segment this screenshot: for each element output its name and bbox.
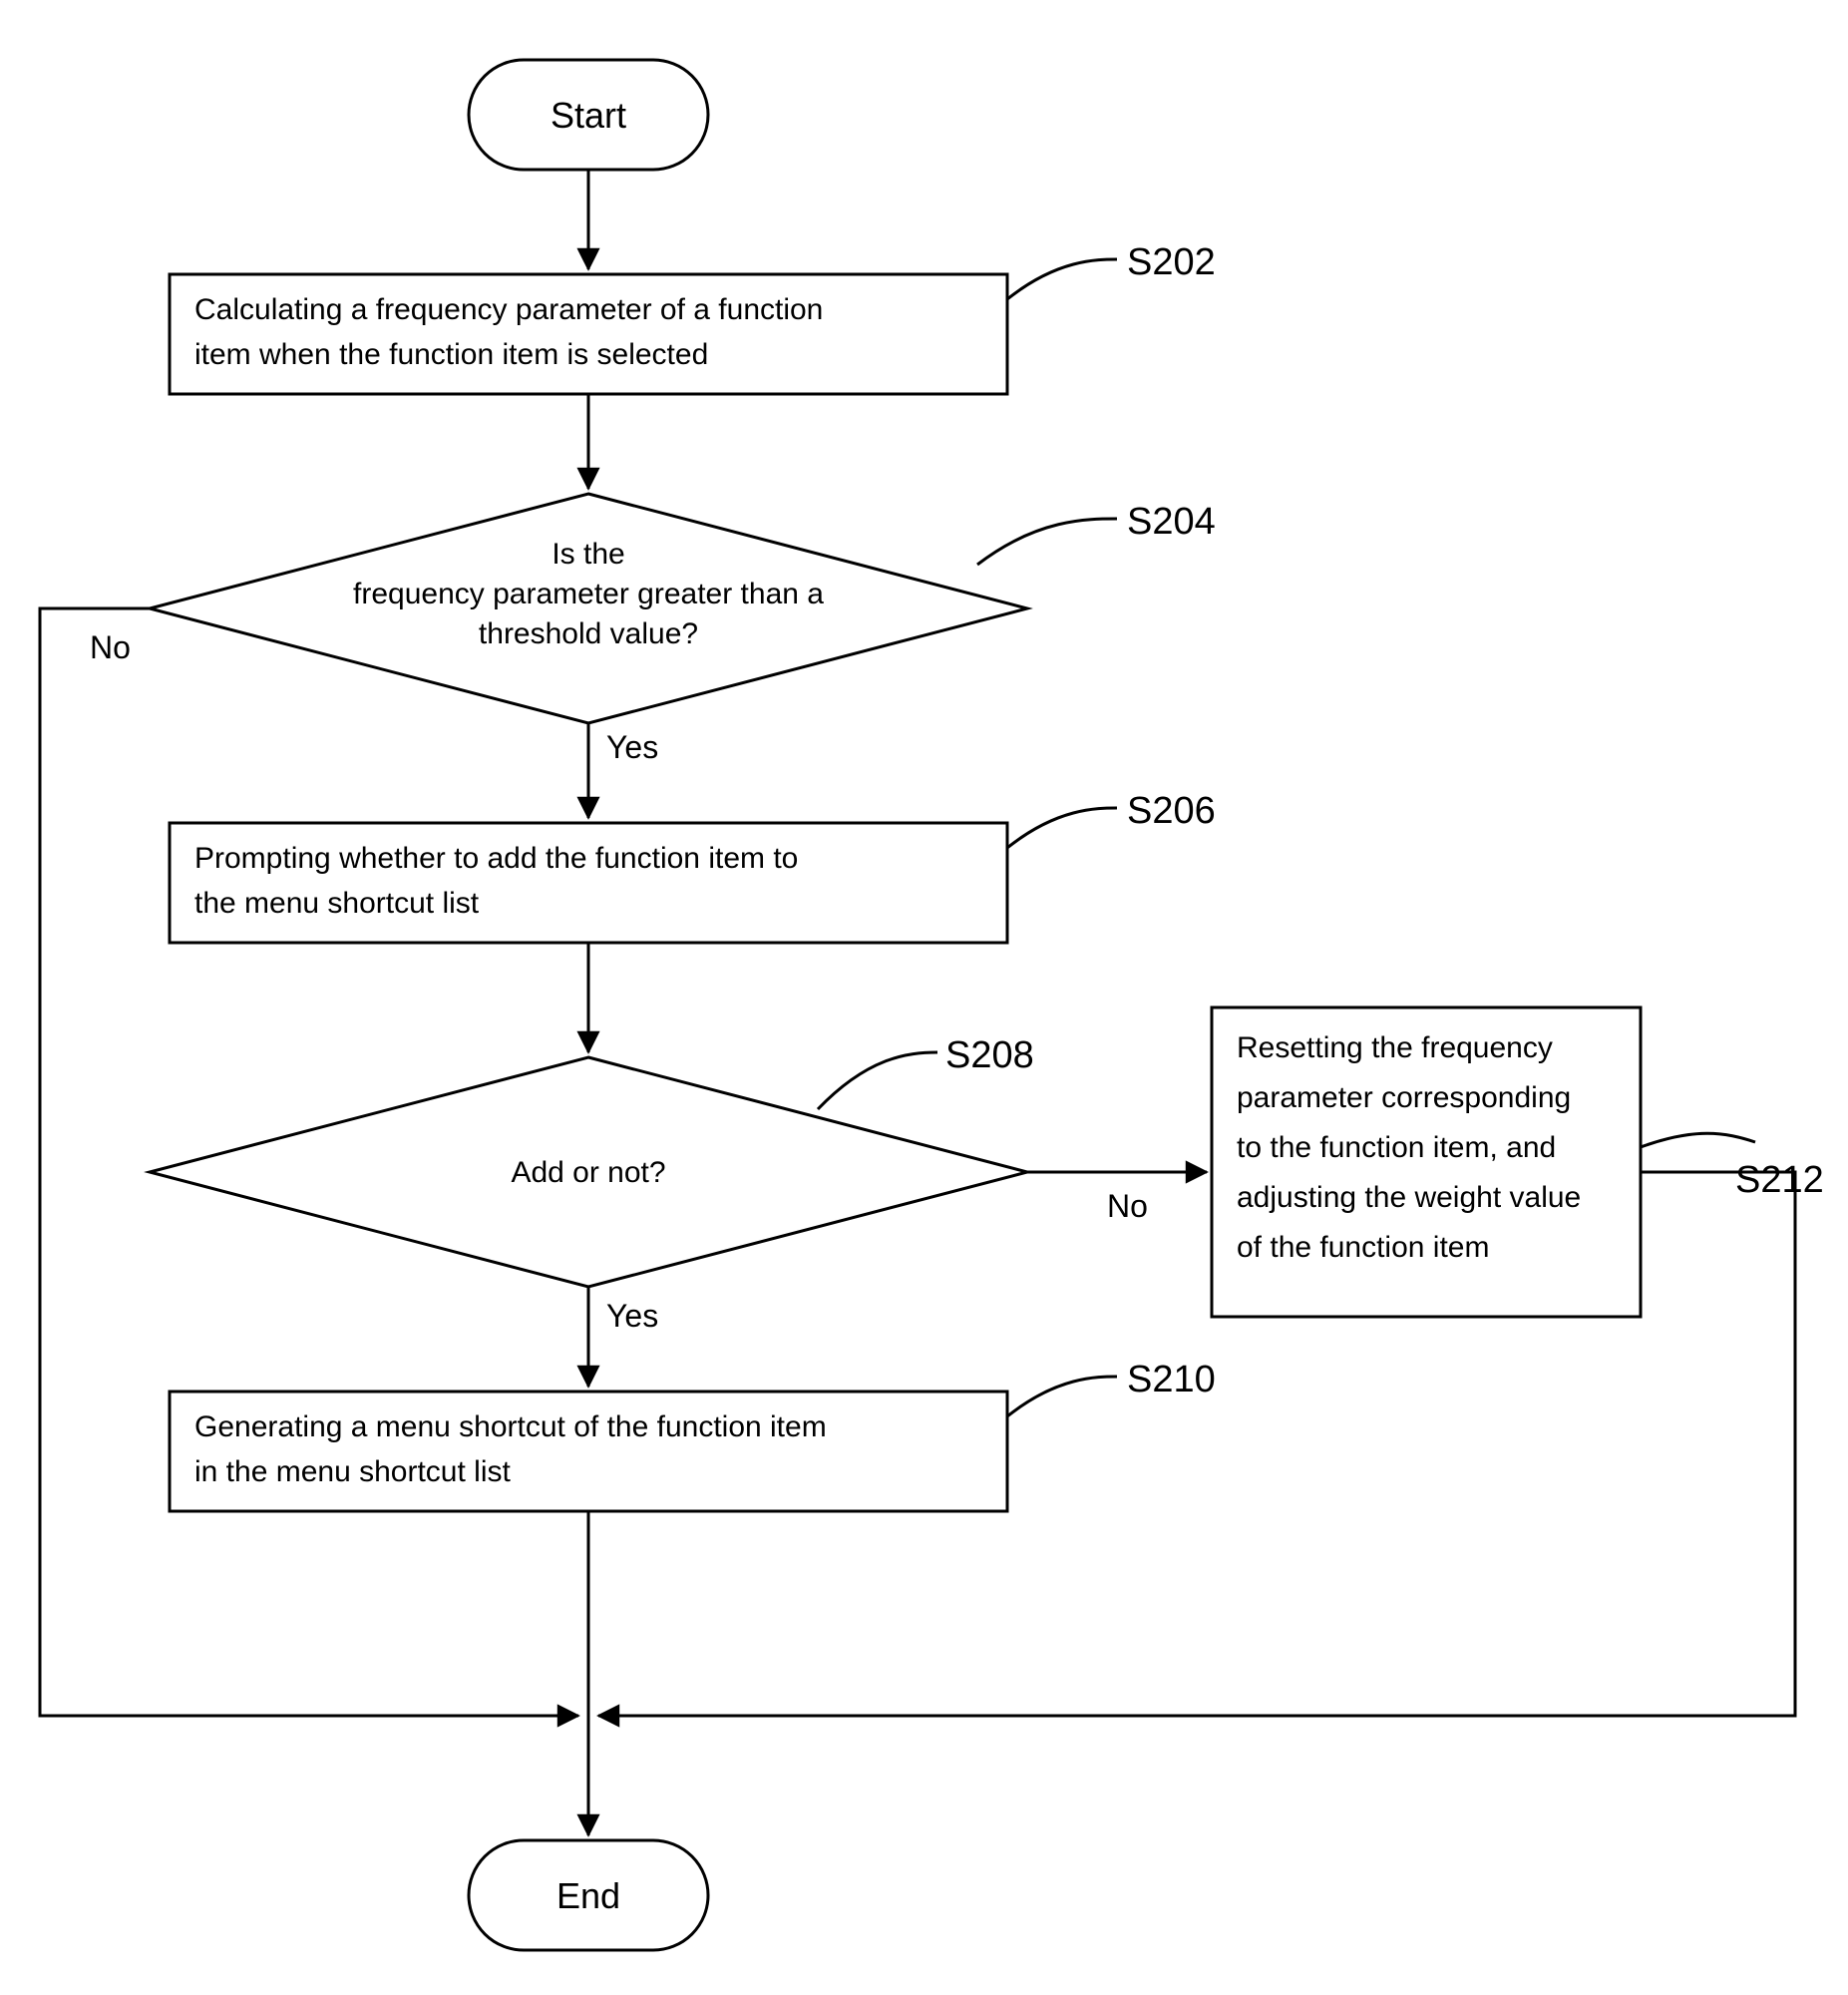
s204-no-label: No <box>90 629 131 665</box>
s206-line2: the menu shortcut list <box>194 887 480 920</box>
s202-step-label: S202 <box>1127 241 1216 283</box>
s212-line2: parameter corresponding <box>1237 1081 1571 1114</box>
s206-line1: Prompting whether to add the function it… <box>194 842 798 875</box>
flowchart-canvas: Start Calculating a frequency parameter … <box>0 0 1848 1995</box>
s202-node: Calculating a frequency parameter of a f… <box>170 274 1007 394</box>
end-label: End <box>556 1875 620 1916</box>
s204-line3: threshold value? <box>479 617 698 650</box>
s208-step-label: S208 <box>945 1034 1034 1076</box>
s212-line1: Resetting the frequency <box>1237 1031 1553 1064</box>
s208-yes-label: Yes <box>606 1298 658 1334</box>
s208-leader <box>818 1052 937 1109</box>
s206-node: Prompting whether to add the function it… <box>170 823 1007 943</box>
start-node: Start <box>469 60 708 170</box>
end-node: End <box>469 1840 708 1950</box>
s210-line1: Generating a menu shortcut of the functi… <box>194 1410 827 1443</box>
s212-node: Resetting the frequency parameter corres… <box>1212 1007 1641 1317</box>
s208-line1: Add or not? <box>511 1156 665 1189</box>
s210-step-label: S210 <box>1127 1359 1216 1400</box>
s210-node: Generating a menu shortcut of the functi… <box>170 1392 1007 1511</box>
s202-line1: Calculating a frequency parameter of a f… <box>194 293 823 326</box>
s202-leader <box>1007 259 1117 299</box>
s202-line2: item when the function item is selected <box>194 338 708 371</box>
s208-no-label: No <box>1107 1188 1148 1224</box>
s204-yes-label: Yes <box>606 729 658 765</box>
s204-node: Is the frequency parameter greater than … <box>150 494 1027 723</box>
s210-line2: in the menu shortcut list <box>194 1455 511 1488</box>
s212-line3: to the function item, and <box>1237 1131 1556 1164</box>
s208-node: Add or not? <box>150 1057 1027 1287</box>
start-label: Start <box>551 95 626 136</box>
s204-line1: Is the <box>552 538 624 571</box>
s204-step-label: S204 <box>1127 501 1216 543</box>
s206-leader <box>1007 808 1117 848</box>
s212-leader <box>1641 1133 1755 1147</box>
s204-line2: frequency parameter greater than a <box>353 578 824 610</box>
s210-leader <box>1007 1377 1117 1416</box>
s212-step-label: S212 <box>1735 1159 1824 1201</box>
s212-line5: of the function item <box>1237 1231 1489 1264</box>
s206-step-label: S206 <box>1127 790 1216 832</box>
s204-leader <box>977 519 1117 565</box>
s212-line4: adjusting the weight value <box>1237 1181 1581 1214</box>
